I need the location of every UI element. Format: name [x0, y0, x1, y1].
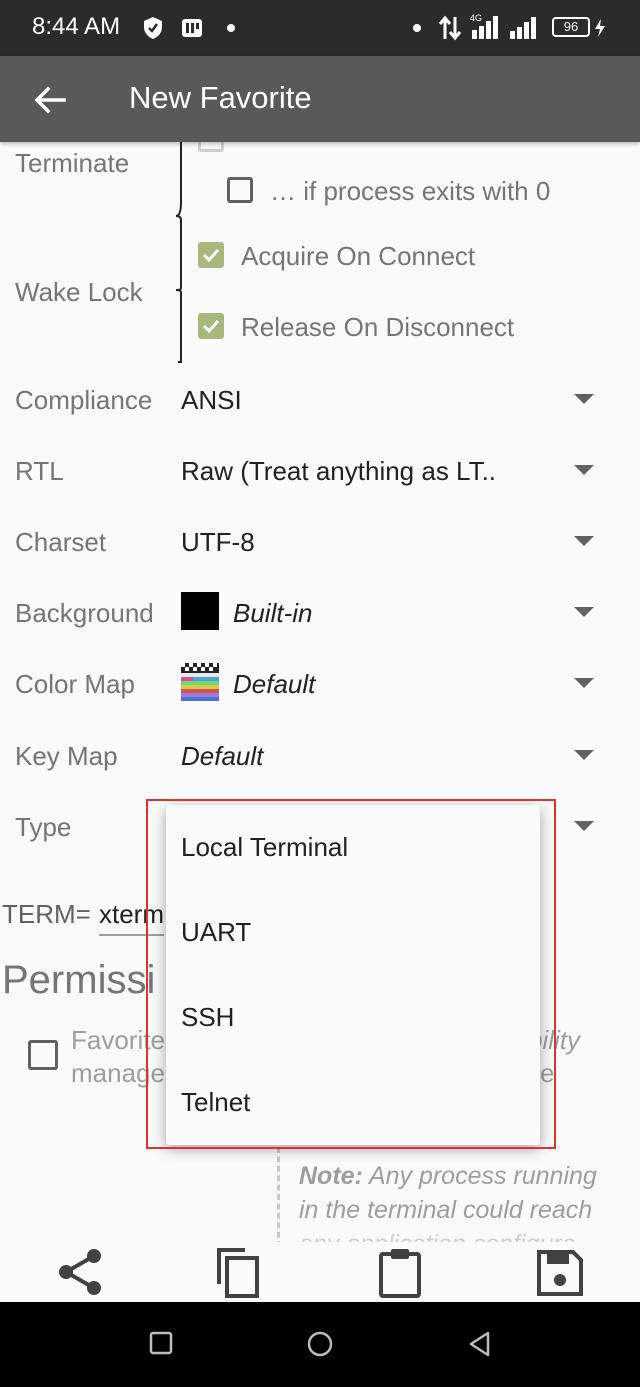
recents-icon[interactable] [149, 1331, 173, 1355]
color-map-dropdown-arrow-icon[interactable] [574, 678, 594, 688]
home-icon[interactable] [306, 1330, 334, 1358]
type-option-telnet[interactable]: Telnet [166, 1060, 540, 1145]
type-dropdown-popup: Local Terminal UART SSH Telnet [166, 805, 540, 1145]
key-map-label: Key Map [15, 741, 118, 771]
background-swatch [181, 592, 219, 630]
color-map-swatch-icon [181, 663, 219, 701]
save-icon[interactable] [535, 1246, 585, 1298]
acquire-on-connect-label: Acquire On Connect [241, 241, 476, 271]
key-map-dropdown-arrow-icon[interactable] [574, 750, 594, 760]
note-bold: Note: [299, 1162, 363, 1190]
signal-icon [510, 17, 536, 39]
type-label: Type [15, 812, 72, 842]
compliance-dropdown-arrow-icon[interactable] [574, 394, 594, 404]
permission-text-line1: Favorite [71, 1025, 165, 1055]
back-icon[interactable] [466, 1330, 494, 1358]
release-on-disconnect-label: Release On Disconnect [241, 312, 515, 342]
group-bracket [175, 142, 182, 363]
permission-text-line2: manage [71, 1058, 165, 1088]
charset-dropdown-arrow-icon[interactable] [574, 536, 594, 546]
svg-text:4G: 4G [470, 13, 482, 23]
compliance-label: Compliance [15, 385, 153, 415]
charset-label: Charset [15, 527, 107, 557]
charging-icon [595, 19, 605, 37]
app-bar: New Favorite [0, 56, 640, 142]
permission-text-line2-right: e [540, 1058, 555, 1088]
data-transfer-icon [438, 15, 462, 41]
type-option-ssh[interactable]: SSH [166, 975, 540, 1060]
app-notification-icon [182, 19, 202, 37]
rtl-dropdown-arrow-icon[interactable] [574, 465, 594, 475]
rtl-label: RTL [15, 456, 64, 486]
compliance-select[interactable]: ANSI [181, 385, 242, 416]
terminate-checkbox[interactable] [198, 142, 224, 152]
background-dropdown-arrow-icon[interactable] [574, 607, 594, 617]
background-select[interactable]: Built-in [233, 598, 312, 629]
clipboard-icon[interactable] [375, 1246, 425, 1298]
release-on-disconnect-checkbox[interactable] [198, 313, 224, 339]
status-time: 8:44 AM [32, 13, 121, 40]
copy-icon[interactable] [213, 1246, 263, 1298]
battery-indicator: 96 [552, 17, 590, 37]
note-text: Note: Any process running in the termina… [299, 1159, 639, 1242]
dot-icon [413, 24, 421, 32]
share-icon[interactable] [56, 1246, 106, 1298]
background-label: Background [15, 598, 154, 628]
type-option-local-terminal[interactable]: Local Terminal [166, 805, 540, 890]
color-map-label: Color Map [15, 669, 135, 699]
signal-4g-icon: 4G [470, 13, 498, 39]
exit-zero-label: … if process exits with 0 [270, 176, 551, 206]
exit-zero-checkbox[interactable] [227, 177, 253, 203]
page-title: New Favorite [129, 80, 312, 115]
key-map-select[interactable]: Default [181, 741, 263, 772]
note-line2: in the terminal could reach [299, 1196, 593, 1224]
color-map-select[interactable]: Default [233, 669, 315, 700]
shield-icon [144, 17, 162, 39]
term-input[interactable]: xterm [99, 899, 164, 936]
dot-icon [227, 24, 235, 32]
permission-checkbox[interactable] [28, 1040, 58, 1070]
back-arrow-icon[interactable] [30, 80, 70, 120]
note-line3: any application configura- [299, 1227, 639, 1242]
terminate-label: Terminate [15, 148, 130, 178]
note-line1: Any process running [368, 1162, 597, 1190]
permissions-heading: Permissi [2, 958, 156, 1002]
rtl-select[interactable]: Raw (Treat anything as LT.. [181, 456, 496, 487]
term-label: TERM= [2, 899, 91, 929]
system-nav-bar [0, 1302, 640, 1387]
note-border [277, 1147, 286, 1242]
status-bar: 8:44 AM 4G 96 [0, 0, 640, 56]
type-option-uart[interactable]: UART [166, 890, 540, 975]
charset-select[interactable]: UTF-8 [181, 527, 255, 558]
acquire-on-connect-checkbox[interactable] [198, 242, 224, 268]
bottom-toolbar [0, 1242, 640, 1302]
wake-lock-label: Wake Lock [15, 277, 143, 307]
type-dropdown-arrow-icon[interactable] [574, 821, 594, 831]
